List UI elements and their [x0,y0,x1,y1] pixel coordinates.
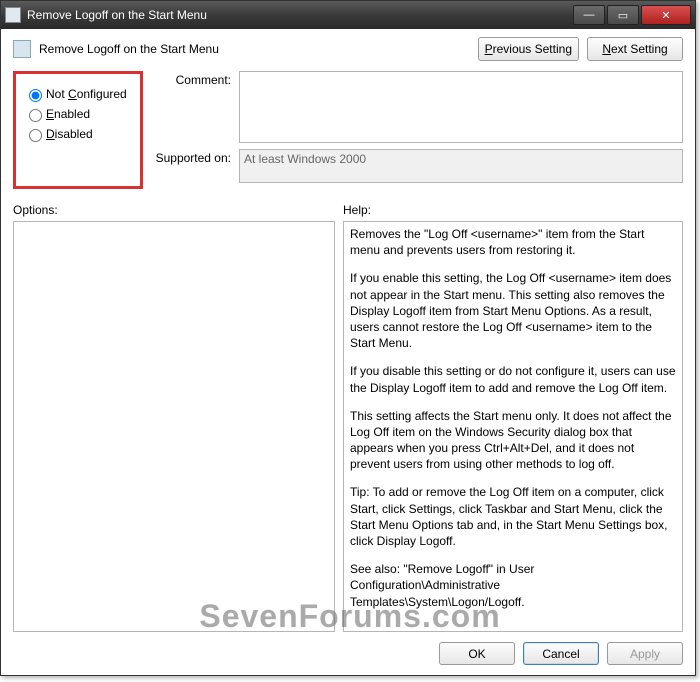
section-labels: Options: Help: [13,203,683,217]
radio-disabled[interactable]: Disabled [24,126,128,142]
help-panel: Removes the "Log Off <username>" item fr… [343,221,683,632]
supported-on-value: At least Windows 2000 [239,149,683,183]
app-icon [5,7,21,23]
state-radio-group: Not Configured Enabled Disabled [13,71,143,189]
options-panel [13,221,335,632]
config-area: Not Configured Enabled Disabled Comment: [13,71,683,189]
radio-not-configured-input[interactable] [29,89,42,102]
metadata-column: Comment: Supported on: At least Windows … [153,71,683,189]
radio-enabled-input[interactable] [29,109,42,122]
radio-disabled-input[interactable] [29,129,42,142]
comment-label: Comment: [153,71,239,143]
setting-title: Remove Logoff on the Start Menu [39,42,470,56]
radio-enabled[interactable]: Enabled [24,106,128,122]
comment-textarea[interactable] [239,71,683,143]
titlebar[interactable]: Remove Logoff on the Start Menu — ▭ ✕ [1,1,695,29]
help-paragraph: If you disable this setting or do not co… [350,363,676,395]
comment-row: Comment: [153,71,683,143]
header-row: Remove Logoff on the Start Menu Previous… [13,37,683,61]
supported-label: Supported on: [153,149,239,183]
help-paragraph: Removes the "Log Off <username>" item fr… [350,226,676,258]
apply-button[interactable]: Apply [607,642,683,665]
help-paragraph: See also: "Remove Logoff" in User Config… [350,561,676,610]
radio-not-configured[interactable]: Not Configured [24,86,128,102]
next-setting-button[interactable]: Next Setting [587,37,683,61]
maximize-button[interactable]: ▭ [607,5,639,25]
ok-button[interactable]: OK [439,642,515,665]
prev-label-rest: revious Setting [493,42,572,56]
help-paragraph: This setting affects the Start menu only… [350,408,676,473]
supported-row: Supported on: At least Windows 2000 [153,149,683,183]
next-label-rest: ext Setting [611,42,668,56]
help-paragraph: If you enable this setting, the Log Off … [350,270,676,351]
setting-icon [13,40,31,58]
minimize-button[interactable]: — [573,5,605,25]
panels: Removes the "Log Off <username>" item fr… [13,221,683,632]
window-title: Remove Logoff on the Start Menu [27,8,571,22]
cancel-button[interactable]: Cancel [523,642,599,665]
options-label: Options: [13,203,343,217]
window-controls: — ▭ ✕ [571,5,691,25]
previous-setting-button[interactable]: Previous Setting [478,37,579,61]
dialog-body: Remove Logoff on the Start Menu Previous… [1,29,695,675]
help-label: Help: [343,203,371,217]
dialog-footer: OK Cancel Apply [13,632,683,665]
close-button[interactable]: ✕ [641,5,691,25]
help-paragraph: Tip: To add or remove the Log Off item o… [350,484,676,549]
gpo-setting-dialog: Remove Logoff on the Start Menu — ▭ ✕ Re… [0,0,696,676]
